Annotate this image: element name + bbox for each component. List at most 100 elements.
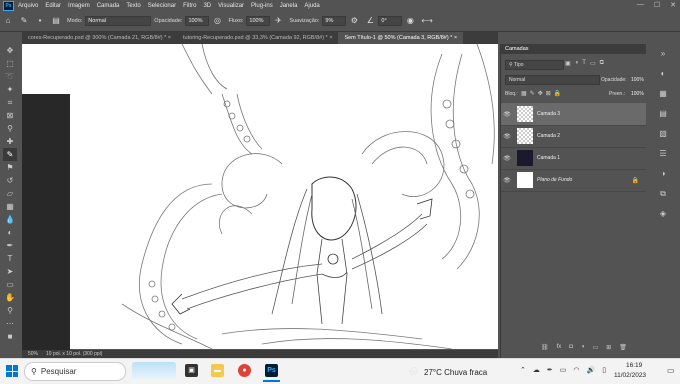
cloud-icon[interactable]: ☁ [533, 366, 540, 374]
volume-icon[interactable]: 🔊 [586, 366, 595, 374]
zoom-level[interactable]: 50% [28, 351, 38, 357]
crop-tool-icon[interactable]: ⌗ [3, 96, 17, 109]
show-hidden-icon[interactable]: ⌃ [520, 366, 526, 374]
clock-time[interactable]: 16:19 [626, 362, 642, 369]
gradient-tool-icon[interactable]: ▦ [3, 200, 17, 213]
pen-icon[interactable]: ✒ [547, 366, 553, 374]
symmetry-icon[interactable]: ⟷ [421, 16, 432, 26]
frame-tool-icon[interactable]: ⊠ [3, 109, 17, 122]
libraries-panel-icon[interactable]: ⧉ [657, 188, 669, 200]
layer-opacity-field[interactable]: 100% [631, 77, 644, 83]
smoothing-settings-icon[interactable]: ⚙ [349, 16, 359, 26]
menu-arquivo[interactable]: Arquivo [18, 3, 38, 9]
opacity-field[interactable]: 100% [185, 16, 210, 26]
layer-row-camada-3[interactable]: 👁 Camada 3 [501, 103, 647, 126]
hand-tool-icon[interactable]: ✋ [3, 291, 17, 304]
menu-editar[interactable]: Editar [45, 3, 61, 9]
dodge-tool-icon[interactable]: ◐ [3, 226, 17, 239]
eraser-tool-icon[interactable]: ▱ [3, 187, 17, 200]
path-select-tool-icon[interactable]: ➤ [3, 265, 17, 278]
maximize-icon[interactable]: ☐ [654, 1, 660, 9]
adjustments-panel-icon[interactable]: ◑ [657, 168, 669, 180]
menu-ajuda[interactable]: Ajuda [304, 3, 319, 9]
eye-icon[interactable]: 👁 [501, 155, 513, 162]
mask-icon[interactable]: ◘ [569, 344, 573, 351]
notification-icon[interactable]: ▭ [667, 366, 675, 375]
eyedropper-tool-icon[interactable]: ⚲ [3, 122, 17, 135]
healing-tool-icon[interactable]: ✚ [3, 135, 17, 148]
move-tool-icon[interactable]: ✥ [3, 44, 17, 57]
blend-mode-select[interactable]: Normal [505, 75, 600, 85]
gradients-panel-icon[interactable]: ▤ [657, 108, 669, 120]
close-icon[interactable]: ✕ [670, 1, 676, 9]
pen-tool-icon[interactable]: ✒ [3, 239, 17, 252]
shape-filter-icon[interactable]: ▭ [590, 60, 596, 69]
properties-panel-icon[interactable]: ☰ [657, 148, 669, 160]
photoshop-taskbar-icon[interactable]: Ps [265, 364, 278, 377]
blur-tool-icon[interactable]: 💧 [3, 213, 17, 226]
type-filter-icon[interactable]: T [582, 60, 586, 69]
layer-row-camada-1[interactable]: 👁 Camada 1 [501, 147, 647, 170]
pressure-opacity-icon[interactable]: ◎ [212, 16, 222, 26]
wifi-icon[interactable]: ◠ [573, 366, 579, 374]
tab-cores-recuperado[interactable]: cores-Recuperado.psd @ 300% (Camada 21, … [22, 32, 177, 44]
quick-select-tool-icon[interactable]: ✦ [3, 83, 17, 96]
eye-icon[interactable]: 👁 [501, 177, 513, 184]
marquee-tool-icon[interactable]: ⬚ [3, 57, 17, 70]
tab-sem-titulo[interactable]: Sem Título-1 @ 50% (Camada 3, RGB/8#) * … [338, 32, 464, 44]
layers-panel-title[interactable]: Camadas [501, 44, 647, 54]
layer-row-plano-de-fundo[interactable]: 👁 Plano de Fundo 🔒 [501, 169, 647, 192]
brush-preset-icon[interactable]: • [35, 16, 45, 26]
eye-icon[interactable]: 👁 [501, 133, 513, 140]
mode-select[interactable]: Normal [85, 16, 152, 26]
home-icon[interactable]: ⌂ [3, 16, 13, 26]
shape-tool-icon[interactable]: ▭ [3, 278, 17, 291]
eye-icon[interactable]: 👁 [501, 111, 513, 118]
layers-panel-icon[interactable]: ◈ [657, 208, 669, 220]
tab-close-icon[interactable]: × [168, 35, 171, 41]
fx-icon[interactable]: fx [557, 344, 562, 351]
pixel-filter-icon[interactable]: ▣ [565, 60, 571, 69]
type-tool-icon[interactable]: T [3, 252, 17, 265]
menu-visualizar[interactable]: Visualizar [218, 3, 244, 9]
zoom-tool-icon[interactable]: ⚲ [3, 304, 17, 317]
taskbar-search[interactable]: ⚲ Pesquisar [24, 362, 126, 381]
menu-texto[interactable]: Texto [126, 3, 140, 9]
flow-field[interactable]: 100% [246, 16, 271, 26]
smoothing-field[interactable]: 9% [322, 16, 347, 26]
pressure-size-icon[interactable]: ◉ [405, 16, 415, 26]
brush-tool-icon[interactable]: ✎ [19, 16, 29, 26]
link-layers-icon[interactable]: ⛓ [541, 344, 549, 351]
layer-row-camada-2[interactable]: 👁 Camada 2 [501, 125, 647, 148]
network-icon[interactable]: ▭ [560, 366, 567, 374]
lock-icon[interactable]: 🔒 [632, 177, 639, 184]
task-view-icon[interactable]: ▣ [185, 364, 198, 377]
layer-filter-select[interactable]: ⚲ Tipo [505, 60, 564, 70]
patterns-panel-icon[interactable]: ▧ [657, 128, 669, 140]
file-explorer-icon[interactable]: ▬ [211, 364, 224, 377]
tab-close-icon[interactable]: × [454, 35, 457, 41]
color-panel-icon[interactable]: ◐ [657, 68, 669, 80]
battery-icon[interactable]: ▯ [602, 366, 606, 374]
clock-date[interactable]: 11/02/2023 [614, 372, 646, 379]
canvas[interactable] [22, 44, 498, 349]
stamp-tool-icon[interactable]: ⚑ [3, 161, 17, 174]
swatches-panel-icon[interactable]: ▦ [657, 88, 669, 100]
smart-filter-icon[interactable]: ⧉ [600, 60, 604, 69]
menu-camada[interactable]: Camada [97, 3, 120, 9]
menu-3d[interactable]: 3D [203, 3, 211, 9]
more-tools-icon[interactable]: ⋯ [3, 317, 17, 330]
delete-layer-icon[interactable]: 🗑 [619, 344, 627, 351]
tab-close-icon[interactable]: × [329, 35, 332, 41]
minimize-icon[interactable]: — [637, 1, 644, 9]
tab-tutoring-recuperado[interactable]: tutoring-Recuperado.psd @ 33,3% (Camada … [177, 32, 338, 44]
history-brush-icon[interactable]: ↺ [3, 174, 17, 187]
adjustment-filter-icon[interactable]: ◑ [575, 60, 579, 69]
fill-field[interactable]: 100% [631, 91, 644, 97]
chrome-icon[interactable]: ● [238, 364, 251, 377]
lock-icons[interactable]: ▦✎✥⊠🔒 [521, 90, 564, 97]
menu-imagem[interactable]: Imagem [68, 3, 90, 9]
color-swatches-icon[interactable]: ■ [3, 330, 17, 343]
adjustment-layer-icon[interactable]: ◑ [581, 344, 585, 351]
search-highlight-image[interactable] [132, 362, 176, 379]
